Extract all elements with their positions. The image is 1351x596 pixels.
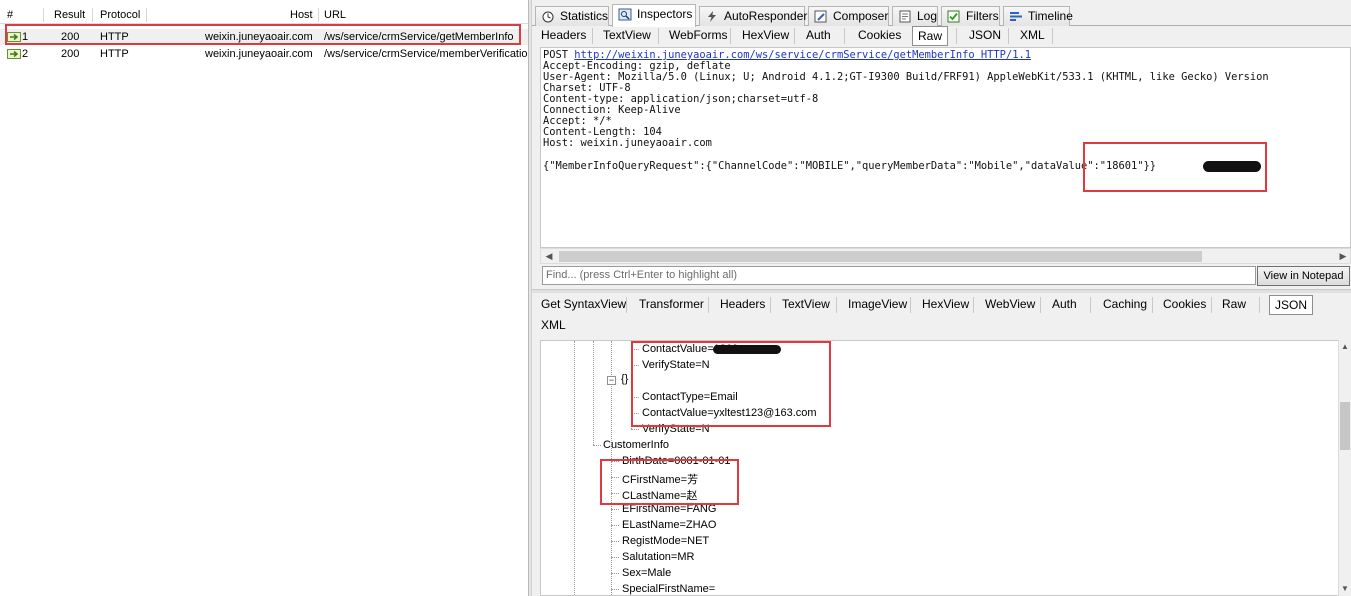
tree-node[interactable]: Salutation=MR — [622, 551, 694, 563]
tab-resp-auth[interactable]: Auth — [1052, 295, 1077, 315]
collapse-toggle-icon[interactable]: − — [607, 376, 616, 385]
scroll-right-icon[interactable]: ▶ — [1336, 250, 1350, 263]
col-header-host[interactable]: Host — [290, 9, 313, 21]
session-host: weixin.juneyaoair.com — [205, 48, 313, 60]
main-tabs: Statistics Inspectors AutoResponder Comp… — [532, 4, 1351, 27]
tab-statistics[interactable]: Statistics — [535, 6, 609, 26]
vertical-scrollbar[interactable]: ▲ ▼ — [1338, 340, 1351, 596]
timeline-icon — [1010, 12, 1022, 21]
tab-resp-webview[interactable]: WebView — [985, 295, 1035, 315]
log-icon — [899, 10, 911, 23]
col-header-url[interactable]: URL — [324, 9, 346, 21]
tree-node[interactable]: ELastName=ZHAO — [622, 519, 716, 531]
tab-req-hexview[interactable]: HexView — [742, 26, 789, 46]
sessions-header: # Result Protocol Host URL — [0, 6, 528, 24]
highlight-box — [600, 459, 739, 505]
tree-node-object[interactable]: {} — [621, 373, 628, 385]
tree-node[interactable]: Sex=Male — [622, 567, 671, 579]
col-header-result[interactable]: Result — [54, 9, 85, 21]
tab-req-xml[interactable]: XML — [1020, 26, 1045, 46]
tab-autoresponder[interactable]: AutoResponder — [699, 6, 807, 26]
scroll-thumb[interactable] — [1340, 402, 1350, 450]
request-response-splitter[interactable] — [532, 289, 1351, 293]
col-header-protocol[interactable]: Protocol — [100, 9, 140, 21]
request-body: {"MemberInfoQueryRequest":{"ChannelCode"… — [543, 160, 1157, 172]
session-result: 200 — [61, 48, 80, 60]
horizontal-scrollbar[interactable]: ◀ ▶ — [540, 248, 1351, 264]
session-protocol: HTTP — [100, 48, 129, 60]
tab-resp-headers[interactable]: Headers — [720, 295, 765, 315]
tab-resp-xml[interactable]: XML — [541, 316, 566, 336]
tab-resp-syntaxview[interactable]: Get SyntaxView — [541, 295, 626, 315]
view-in-notepad-button[interactable]: View in Notepad — [1257, 266, 1350, 286]
request-subtabs: Headers TextView WebForms HexView Auth C… — [532, 25, 1351, 47]
tab-req-textview[interactable]: TextView — [603, 26, 651, 46]
inspector-icon — [618, 8, 632, 21]
lightning-icon — [708, 11, 716, 22]
tab-filters[interactable]: Filters — [941, 6, 1000, 26]
json-tree-view[interactable]: ContactValue=1860 VerifyState=N − {} Con… — [540, 340, 1351, 596]
scroll-thumb[interactable] — [559, 251, 1202, 262]
session-num: 2 — [22, 48, 29, 60]
tab-resp-hexview[interactable]: HexView — [922, 295, 969, 315]
sessions-list: # Result Protocol Host URL 1 200 HTTP we… — [0, 0, 528, 596]
find-input[interactable]: Find... (press Ctrl+Enter to highlight a… — [542, 266, 1256, 285]
tree-node[interactable]: RegistMode=NET — [622, 535, 709, 547]
tab-req-headers[interactable]: Headers — [541, 26, 586, 46]
highlight-box — [1083, 142, 1267, 192]
tab-req-json[interactable]: JSON — [969, 26, 1001, 46]
request-arrow-icon — [7, 49, 21, 59]
inspector-pane: Statistics Inspectors AutoResponder Comp… — [532, 0, 1351, 596]
checkbox-icon — [947, 10, 960, 23]
scroll-left-icon[interactable]: ◀ — [542, 250, 556, 263]
tab-req-cookies[interactable]: Cookies — [858, 26, 901, 46]
session-row[interactable]: 2 200 HTTP weixin.juneyaoair.com /ws/ser… — [0, 46, 528, 62]
request-headers-text: POST http://weixin.juneyaoair.com/ws/ser… — [543, 49, 1269, 149]
tab-resp-raw[interactable]: Raw — [1222, 295, 1246, 315]
tab-resp-cookies[interactable]: Cookies — [1163, 295, 1206, 315]
response-subtabs-row2: XML — [532, 315, 1351, 337]
tab-req-raw[interactable]: Raw — [912, 26, 949, 46]
tab-composer[interactable]: Composer — [808, 6, 889, 26]
tab-req-webforms[interactable]: WebForms — [669, 26, 727, 46]
scroll-up-icon[interactable]: ▲ — [1339, 341, 1351, 353]
scroll-down-icon[interactable]: ▼ — [1339, 583, 1351, 595]
highlight-box — [5, 24, 521, 45]
tab-resp-caching[interactable]: Caching — [1103, 295, 1147, 315]
tab-resp-textview[interactable]: TextView — [782, 295, 830, 315]
session-url: /ws/service/crmService/memberVerificatio… — [324, 48, 528, 60]
raw-request-view[interactable]: POST http://weixin.juneyaoair.com/ws/ser… — [540, 47, 1351, 248]
tree-node-customerinfo[interactable]: CustomerInfo — [603, 439, 669, 451]
stopwatch-icon — [542, 11, 554, 23]
response-subtabs: Get SyntaxView Transformer Headers TextV… — [532, 294, 1351, 316]
highlight-box — [631, 341, 831, 427]
tab-inspectors[interactable]: Inspectors — [612, 4, 696, 27]
tab-resp-json[interactable]: JSON — [1269, 295, 1314, 315]
pencil-icon — [814, 10, 827, 23]
tab-timeline[interactable]: Timeline — [1003, 6, 1073, 26]
tab-resp-transformer[interactable]: Transformer — [639, 295, 704, 315]
col-header-num[interactable]: # — [7, 9, 13, 21]
tab-req-auth[interactable]: Auth — [806, 26, 831, 46]
fiddler-window: # Result Protocol Host URL 1 200 HTTP we… — [0, 0, 1351, 596]
tree-node[interactable]: SpecialFirstName= — [622, 583, 715, 595]
tab-log[interactable]: Log — [892, 6, 938, 26]
tab-resp-imageview[interactable]: ImageView — [848, 295, 907, 315]
